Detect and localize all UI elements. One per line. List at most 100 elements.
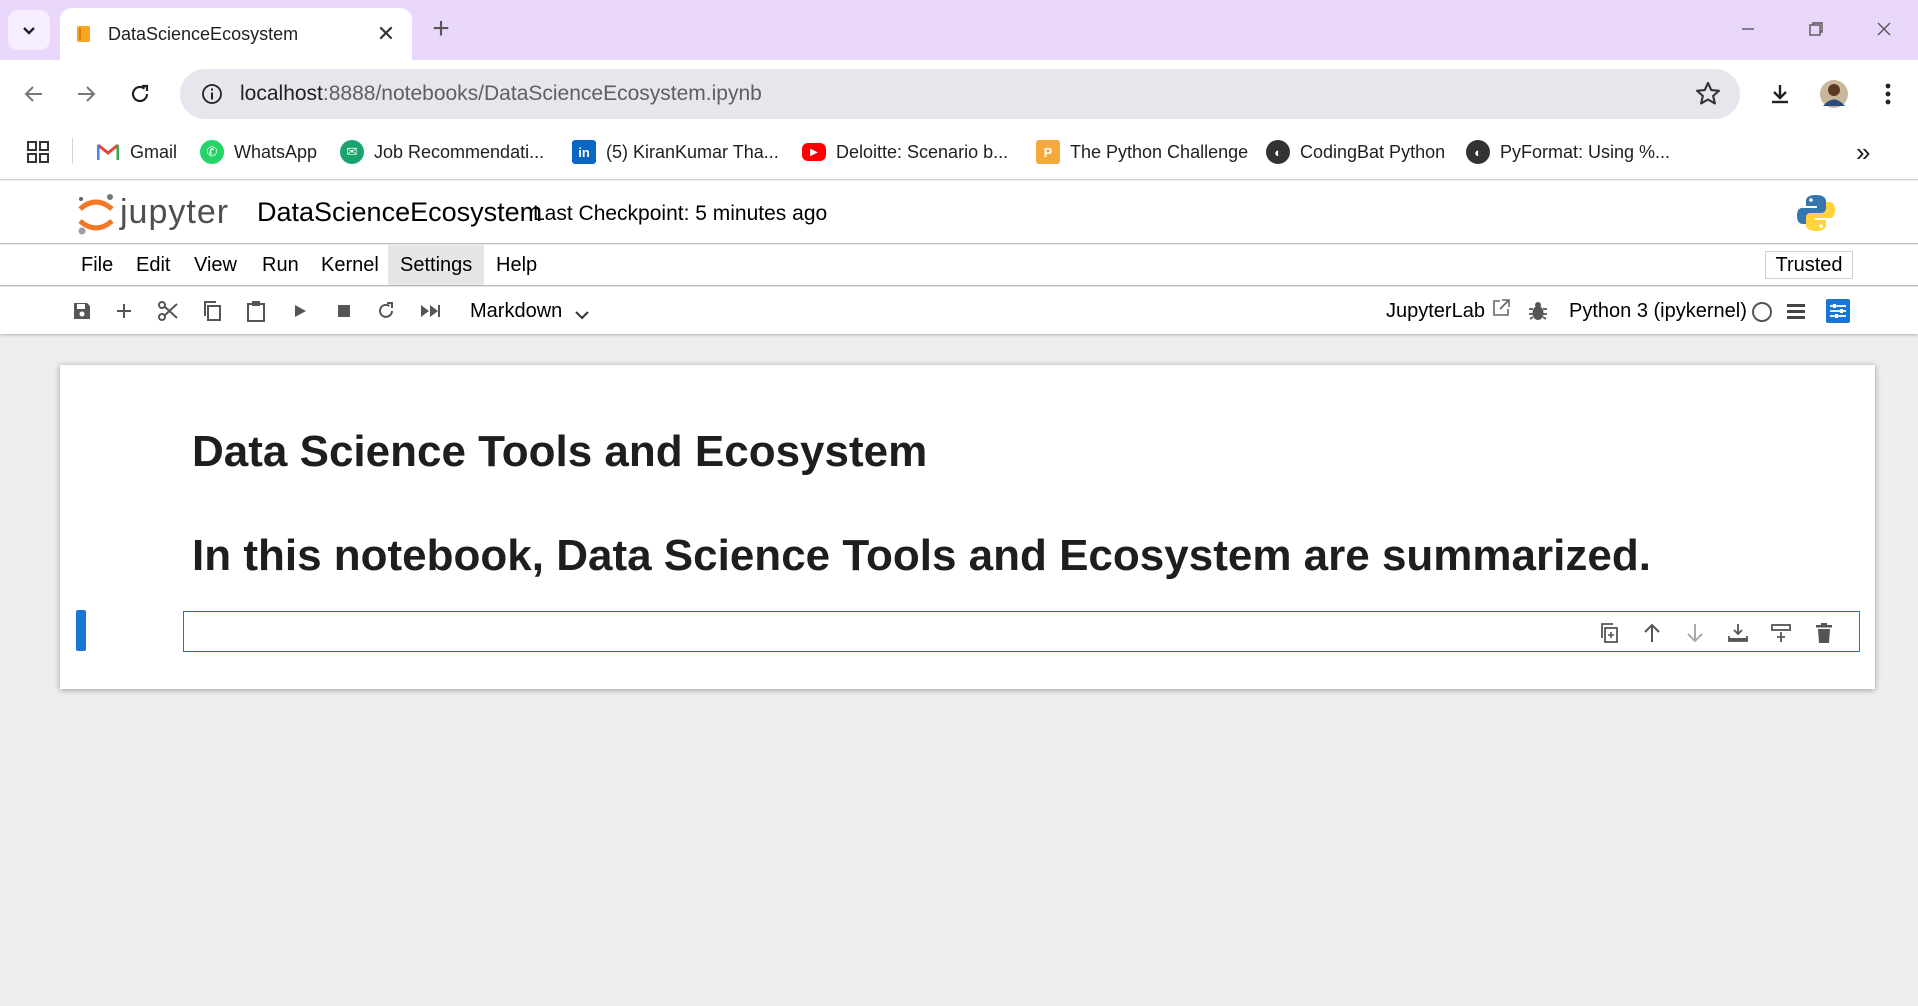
chevron-down-icon: [575, 311, 589, 320]
close-window-icon[interactable]: [1862, 12, 1906, 46]
bookmark-pyformat[interactable]: ◐ PyFormat: Using %...: [1466, 138, 1670, 166]
menu-file[interactable]: File: [69, 245, 125, 285]
browser-toolbar: localhost:8888/notebooks/DataScienceEcos…: [0, 60, 1918, 124]
address-bar[interactable]: localhost:8888/notebooks/DataScienceEcos…: [180, 69, 1740, 119]
forward-button[interactable]: [68, 76, 104, 112]
site-info-icon[interactable]: [194, 76, 230, 112]
tab-title: DataScienceEcosystem: [108, 23, 299, 44]
download-icon: [1772, 85, 1788, 104]
fast-forward-icon: [421, 305, 440, 317]
active-cell-collapser[interactable]: [76, 610, 86, 651]
save-button[interactable]: [66, 295, 98, 327]
jupyter-menubar: File Edit View Run Kernel Settings Help …: [0, 245, 1918, 286]
globe-icon: ◐: [1266, 140, 1290, 164]
menu-edit[interactable]: Edit: [124, 245, 182, 285]
scissors-icon: [158, 301, 178, 321]
duplicate-icon: [1601, 623, 1618, 643]
jupyter-logo[interactable]: jupyter: [76, 191, 246, 237]
save-icon: [74, 303, 90, 319]
bookmark-python-challenge[interactable]: P The Python Challenge: [1036, 138, 1248, 166]
menu-help[interactable]: Help: [484, 245, 549, 285]
cut-button[interactable]: [152, 295, 184, 327]
bookmark-linkedin[interactable]: in (5) KiranKumar Tha...: [572, 138, 779, 166]
youtube-icon: ▶: [802, 143, 826, 161]
jupyter-header: jupyter DataScienceEcosystem Last Checkp…: [0, 181, 1918, 244]
interrupt-kernel-button[interactable]: [328, 295, 360, 327]
duplicate-cell-button[interactable]: [1596, 620, 1622, 646]
clipboard-icon: [247, 301, 265, 322]
copy-button[interactable]: [196, 295, 228, 327]
notebook-title[interactable]: DataScienceEcosystem: [257, 197, 542, 228]
insert-cell-below-button[interactable]: [1768, 620, 1794, 646]
stop-icon: [338, 305, 350, 317]
arrow-down-icon: [1687, 624, 1703, 643]
apps-grid-icon: [27, 141, 49, 163]
bookmark-codingbat[interactable]: ◐ CodingBat Python: [1266, 138, 1445, 166]
menu-view[interactable]: View: [182, 245, 249, 285]
kernel-status-idle-icon: [1752, 302, 1772, 322]
settings-sliders-icon: [1826, 299, 1850, 323]
more-bookmarks-button[interactable]: »: [1856, 137, 1870, 167]
delete-cell-button[interactable]: [1811, 620, 1837, 646]
run-all-button[interactable]: [414, 295, 446, 327]
chevron-down-icon: [23, 27, 35, 35]
bookmark-deloitte[interactable]: ▶ Deloitte: Scenario b...: [802, 138, 1008, 166]
paste-button[interactable]: [240, 295, 272, 327]
profile-avatar[interactable]: [1816, 76, 1852, 112]
url-text[interactable]: localhost:8888/notebooks/DataScienceEcos…: [240, 82, 762, 106]
trash-icon: [1816, 623, 1832, 643]
downloads-button[interactable]: [1762, 76, 1798, 112]
markdown-heading-2[interactable]: In this notebook, Data Science Tools and…: [192, 531, 1651, 581]
reload-button[interactable]: [122, 76, 158, 112]
insert-above-icon: [1728, 624, 1748, 642]
linkedin-icon: in: [572, 140, 596, 164]
jupyter-logo-icon: [78, 194, 114, 235]
browser-tab-active[interactable]: DataScienceEcosystem ✕: [60, 8, 412, 60]
kernel-name[interactable]: Python 3 (ipykernel): [1569, 296, 1747, 326]
insert-below-icon: [1771, 624, 1791, 642]
active-cell-editor[interactable]: [183, 611, 1860, 652]
back-button[interactable]: [16, 76, 52, 112]
move-cell-up-button[interactable]: [1639, 620, 1665, 646]
bookmark-job-recommendations[interactable]: ✉ Job Recommendati...: [340, 138, 544, 166]
move-cell-down-button[interactable]: [1682, 620, 1708, 646]
restore-window-icon[interactable]: [1794, 12, 1838, 46]
restart-kernel-button[interactable]: [370, 295, 402, 327]
menu-run[interactable]: Run: [250, 245, 311, 285]
globe-icon: ◐: [1466, 140, 1490, 164]
debugger-button[interactable]: [1522, 295, 1554, 327]
insert-cell-above-button[interactable]: [1725, 620, 1751, 646]
minimize-window-icon[interactable]: [1726, 12, 1770, 46]
more-vertical-icon: [1885, 83, 1891, 105]
notebook-panel: Data Science Tools and Ecosystem In this…: [60, 365, 1875, 689]
bookmark-star-icon[interactable]: [1694, 80, 1722, 108]
open-jupyterlab-button[interactable]: JupyterLab: [1386, 296, 1511, 326]
gmail-icon: [96, 140, 120, 164]
new-tab-button[interactable]: +: [424, 12, 458, 46]
bookmarks-bar: Gmail ✆ WhatsApp ✉ Job Recommendati... i…: [0, 124, 1918, 180]
property-inspector-button[interactable]: [1822, 295, 1854, 327]
browser-tab-strip: DataScienceEcosystem ✕ +: [0, 0, 1918, 60]
run-cell-button[interactable]: [284, 295, 316, 327]
trusted-indicator[interactable]: Trusted: [1765, 251, 1853, 279]
bookmark-gmail[interactable]: Gmail: [96, 138, 177, 166]
insert-cell-button[interactable]: [108, 295, 140, 327]
tab-search-button[interactable]: [8, 10, 50, 50]
avatar-icon: [1820, 80, 1848, 108]
cell-type-select[interactable]: Markdown: [470, 296, 590, 326]
notebook-toolbar: Markdown JupyterLab Python 3 (ipykernel): [0, 287, 1918, 334]
bug-icon: [1529, 302, 1547, 320]
browser-menu-button[interactable]: [1870, 76, 1906, 112]
tab-close-icon[interactable]: ✕: [374, 21, 398, 47]
job-icon: ✉: [340, 140, 364, 164]
menu-kernel[interactable]: Kernel: [309, 245, 391, 285]
apps-button[interactable]: [26, 138, 50, 166]
toc-button[interactable]: [1780, 295, 1812, 327]
bookmark-whatsapp[interactable]: ✆ WhatsApp: [200, 138, 317, 166]
last-checkpoint: Last Checkpoint: 5 minutes ago: [533, 202, 828, 225]
restart-icon: [379, 302, 393, 318]
plus-icon: [117, 304, 131, 318]
menu-settings[interactable]: Settings: [388, 245, 485, 285]
python-challenge-icon: P: [1036, 140, 1060, 164]
markdown-heading-1[interactable]: Data Science Tools and Ecosystem: [192, 427, 927, 477]
